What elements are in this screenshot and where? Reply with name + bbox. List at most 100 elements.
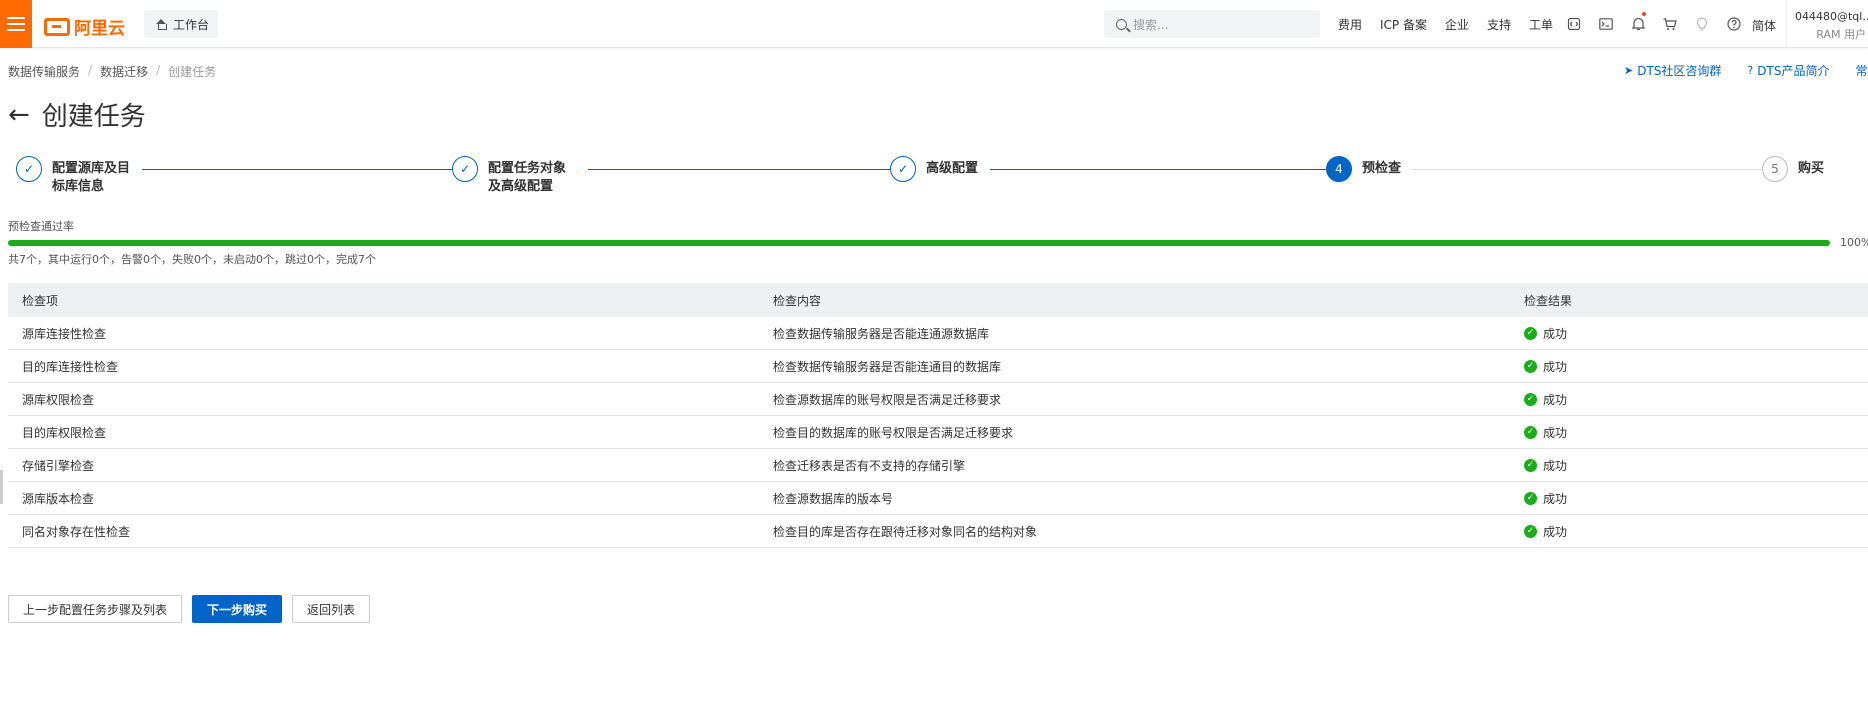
step-indicator: ✓ 配置源库及目标库信息 ✓ 配置任务对象及高级配置 ✓ 高级配置 4 预检查 … [16, 156, 1866, 204]
table-row: 同名对象存在性检查 检查目的库是否存在跟待迁移对象同名的结构对象 ✓ 成功 [8, 515, 1868, 548]
next-step-button[interactable]: 下一步购买 [192, 595, 283, 623]
link-dts-intro[interactable]: ? DTS产品简介 [1747, 62, 1829, 79]
user-account[interactable]: 044480@tql... RAM 用户 [1786, 0, 1868, 48]
success-icon: ✓ [1524, 425, 1537, 439]
step-5-label: 购买 [1798, 161, 1825, 176]
language-switch[interactable]: 简体 [1752, 17, 1776, 34]
title-row: ← 创建任务 [8, 96, 146, 133]
nav-link-ticket[interactable]: 工单 [1529, 16, 1553, 33]
cell-result: ✓ 成功 [1510, 391, 1868, 408]
cell-result: ✓ 成功 [1510, 523, 1868, 540]
code-icon[interactable] [1558, 0, 1590, 48]
result-label: 成功 [1543, 425, 1568, 440]
table-row: 源库连接性检查 检查数据传输服务器是否能连通源数据库 ✓ 成功 [8, 317, 1868, 350]
nav-link-icp[interactable]: ICP 备案 [1380, 16, 1427, 33]
breadcrumb-item-current: 创建任务 [168, 65, 217, 79]
check-icon: ✓ [16, 156, 42, 182]
cell-item: 存储引擎检查 [22, 458, 95, 473]
step-connector [588, 169, 900, 170]
cell-item: 源库权限检查 [22, 392, 95, 407]
precheck-label: 预检查通过率 [8, 220, 74, 233]
nav-link-support[interactable]: 支持 [1487, 16, 1511, 33]
nav-link-billing[interactable]: 费用 [1338, 16, 1362, 33]
header-check-item: 检查项 [22, 293, 59, 308]
success-icon: ✓ [1524, 524, 1537, 538]
cell-item: 源库版本检查 [22, 491, 95, 506]
top-links: 费用 ICP 备案 企业 支持 工单 [1338, 0, 1571, 48]
link-dts-community-label: DTS社区咨询群 [1637, 64, 1722, 78]
workspace-button[interactable]: 工作台 [144, 10, 218, 38]
result-label: 成功 [1543, 458, 1568, 473]
home-icon [156, 19, 167, 30]
step-5: 5 购买 [1762, 156, 1858, 182]
breadcrumb-item-dts[interactable]: 数据传输服务 [8, 63, 80, 80]
search-icon [1116, 18, 1127, 30]
result-label: 成功 [1543, 491, 1568, 506]
table-row: 源库版本检查 检查源数据库的版本号 ✓ 成功 [8, 482, 1868, 515]
cell-content: 检查源数据库的账号权限是否满足迁移要求 [773, 392, 1002, 407]
step-4-label: 预检查 [1362, 161, 1402, 176]
cell-content: 检查迁移表是否有不支持的存储引擎 [773, 458, 966, 473]
bell-icon[interactable] [1622, 0, 1654, 48]
cell-result: ✓ 成功 [1510, 325, 1868, 342]
cell-result: ✓ 成功 [1510, 358, 1868, 375]
nav-link-enterprise[interactable]: 企业 [1445, 16, 1469, 33]
header-check-content: 检查内容 [773, 293, 822, 308]
cell-item: 同名对象存在性检查 [22, 524, 131, 539]
success-icon: ✓ [1524, 491, 1537, 505]
step-2-label: 配置任务对象及高级配置 [488, 161, 567, 194]
side-drawer-handle[interactable] [0, 470, 3, 504]
step-1-label: 配置源库及目标库信息 [52, 161, 131, 194]
user-id: 044480@tql... [1795, 10, 1868, 23]
step-3-label: 高级配置 [926, 161, 979, 176]
back-to-list-button[interactable]: 返回列表 [292, 595, 371, 623]
search-input[interactable]: 搜索... [1104, 10, 1320, 38]
cart-icon[interactable] [1654, 0, 1686, 48]
step-connector [142, 169, 460, 170]
step-4: 4 预检查 [1326, 156, 1442, 182]
header-check-result: 检查结果 [1524, 293, 1573, 308]
menu-button[interactable] [0, 0, 32, 48]
bulb-icon[interactable] [1686, 0, 1718, 48]
cell-content: 检查目的库是否存在跟待迁移对象同名的结构对象 [773, 524, 1038, 539]
prev-step-button[interactable]: 上一步配置任务步骤及列表 [8, 595, 183, 623]
precheck-percent: 100% [1840, 236, 1868, 249]
precheck-progress-bar [8, 240, 1830, 246]
step-3: ✓ 高级配置 [890, 156, 1006, 182]
send-icon: ➤ [1624, 64, 1634, 77]
success-icon: ✓ [1524, 392, 1537, 406]
terminal-icon[interactable] [1590, 0, 1622, 48]
action-buttons: 上一步配置任务步骤及列表 下一步购买 返回列表 [8, 595, 371, 623]
cell-result: ✓ 成功 [1510, 424, 1868, 441]
link-dts-community[interactable]: ➤ DTS社区咨询群 [1624, 62, 1721, 79]
step-1: ✓ 配置源库及目标库信息 [16, 156, 132, 196]
workspace-label: 工作台 [173, 17, 210, 32]
help-icon[interactable] [1718, 0, 1750, 48]
breadcrumb-item-migration[interactable]: 数据迁移 [100, 63, 148, 80]
cell-content: 检查目的数据库的账号权限是否满足迁移要求 [773, 425, 1014, 440]
table-row: 源库权限检查 检查源数据库的账号权限是否满足迁移要求 ✓ 成功 [8, 383, 1868, 416]
step-connector [1412, 169, 1764, 170]
aliyun-logo[interactable]: 阿里云 [44, 14, 125, 39]
step-connector [990, 169, 1330, 170]
back-arrow-icon[interactable]: ← [8, 102, 30, 128]
notification-dot [1642, 12, 1646, 16]
cell-item: 源库连接性检查 [22, 326, 107, 341]
link-faq[interactable]: 常见问题 [1855, 62, 1868, 79]
user-role: RAM 用户 [1816, 28, 1866, 41]
table-row: 存储引擎检查 检查迁移表是否有不支持的存储引擎 ✓ 成功 [8, 449, 1868, 482]
precheck-summary: 共7个，其中运行0个，告警0个，失败0个，未启动0个，跳过0个，完成7个 [8, 253, 376, 266]
top-navigation-bar: 阿里云 工作台 搜索... 费用 ICP 备案 企业 支持 工单 简体 0444… [0, 0, 1868, 48]
hamburger-icon [7, 17, 25, 31]
breadcrumb: 数据传输服务 / 数据迁移 / 创建任务 [8, 63, 216, 80]
table-header: 检查项 检查内容 检查结果 [8, 283, 1868, 317]
cell-content: 检查数据传输服务器是否能连通目的数据库 [773, 359, 1002, 374]
result-label: 成功 [1543, 524, 1568, 539]
logo-mark-icon [44, 17, 70, 36]
cell-result: ✓ 成功 [1510, 490, 1868, 507]
success-icon: ✓ [1524, 326, 1537, 340]
top-icons [1558, 0, 1750, 48]
cell-content: 检查源数据库的版本号 [773, 491, 894, 506]
help-links: ➤DTS社区咨询群 ?DTS产品简介 常见问题 [1624, 62, 1868, 79]
table-row: 目的库连接性检查 检查数据传输服务器是否能连通目的数据库 ✓ 成功 [8, 350, 1868, 383]
